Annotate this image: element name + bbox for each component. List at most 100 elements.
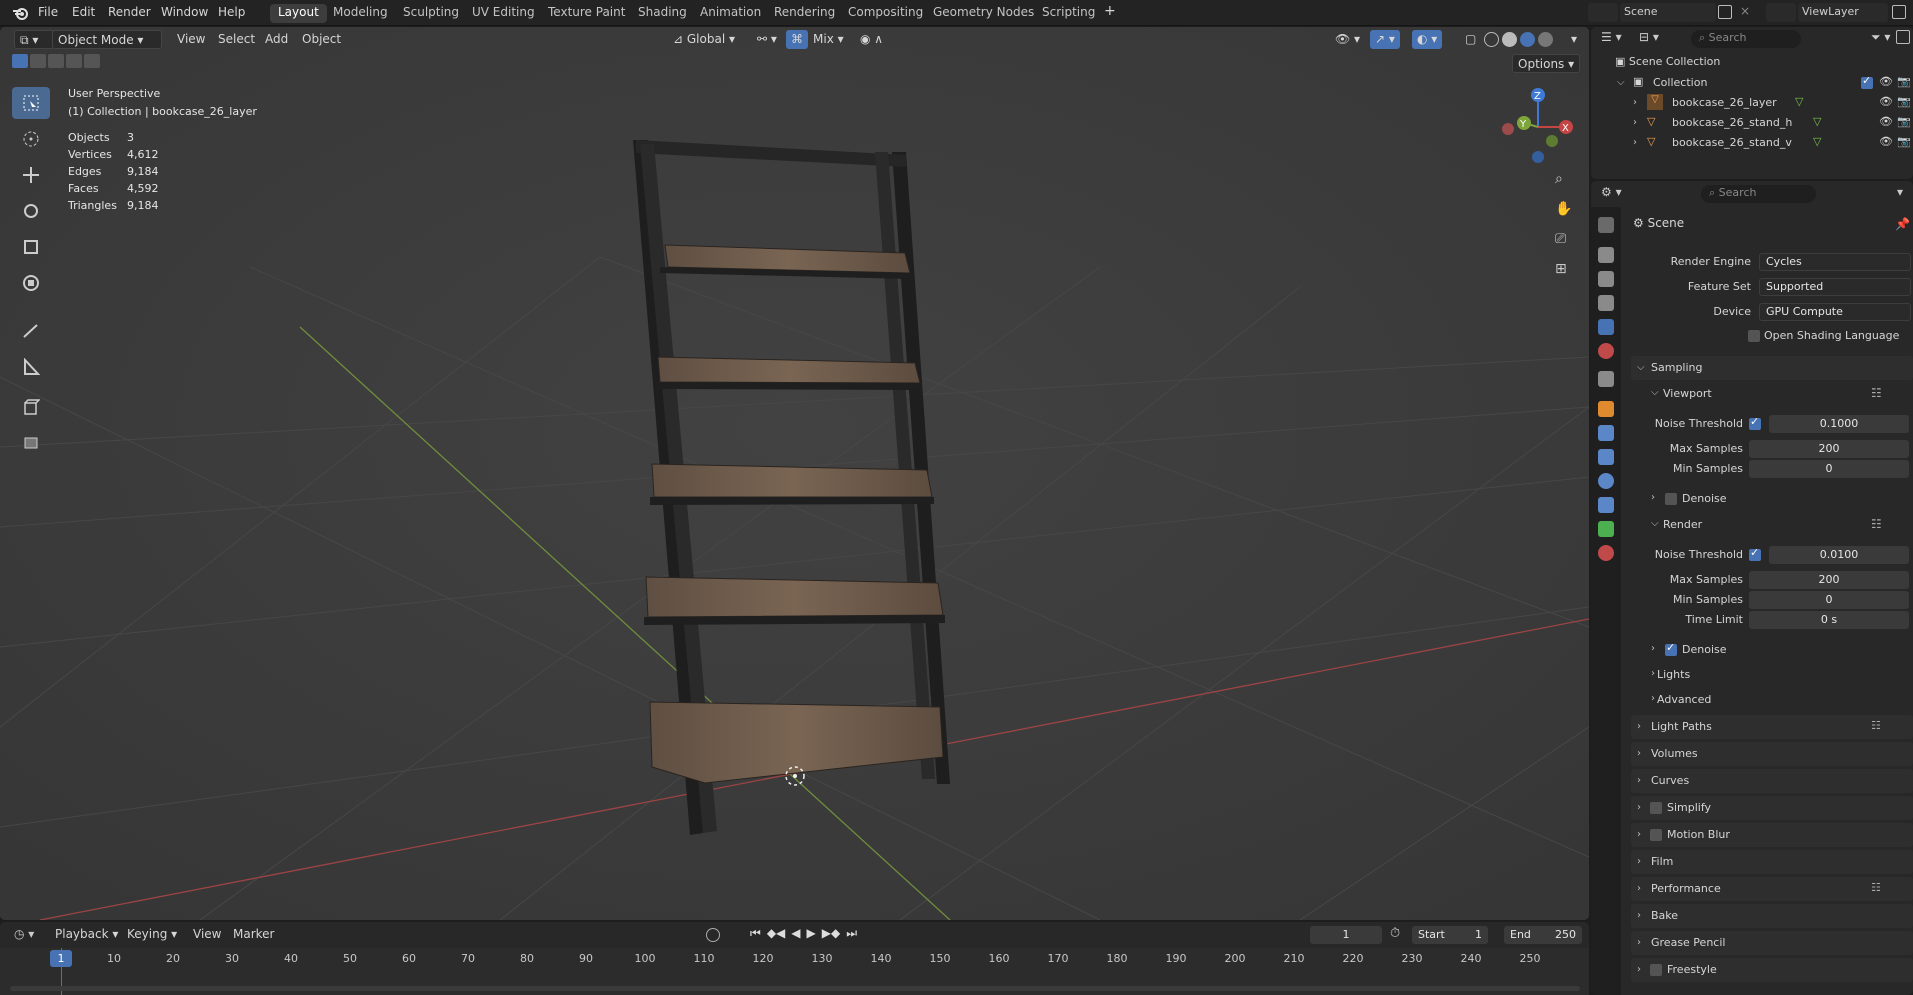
marker-menu[interactable]: Marker — [228, 925, 279, 944]
chevron-right-icon[interactable]: › — [1651, 492, 1655, 503]
chevron-right-icon[interactable]: › — [1637, 748, 1641, 759]
measure-tool-icon[interactable] — [12, 351, 50, 383]
collection-tab-icon[interactable] — [1598, 371, 1614, 387]
end-frame-field[interactable]: End 250 — [1504, 926, 1582, 944]
grease-pencil-panel[interactable]: › Grease Pencil — [1631, 931, 1913, 955]
visibility-eye-icon[interactable]: 👁 — [1879, 115, 1893, 128]
visibility-eye-icon[interactable]: 👁 — [1879, 95, 1893, 108]
scene-tab-icon[interactable] — [1598, 319, 1614, 335]
volumes-panel[interactable]: › Volumes — [1631, 742, 1913, 766]
scene-browse-icon[interactable] — [1588, 3, 1618, 22]
select-invert-icon[interactable] — [66, 54, 82, 68]
render-camera-icon[interactable]: 📷 — [1897, 115, 1911, 128]
render-camera-icon[interactable]: 📷 — [1897, 135, 1911, 148]
snap-icon[interactable]: ⌘ — [786, 30, 808, 49]
3d-viewport[interactable]: ⧉ ▾ Object Mode ▾ View Select Add Object… — [0, 27, 1589, 920]
device-dropdown[interactable]: GPU Compute — [1759, 303, 1911, 321]
chevron-right-icon[interactable]: › — [1651, 693, 1655, 704]
motion-blur-panel[interactable]: › Motion Blur — [1631, 823, 1913, 847]
menu-file[interactable]: File — [38, 5, 58, 19]
physics-tab-icon[interactable] — [1598, 473, 1614, 489]
chevron-right-icon[interactable]: › — [1637, 721, 1641, 732]
timeline-scrollbar[interactable] — [10, 986, 1580, 991]
menu-object[interactable]: Object — [297, 30, 346, 49]
render-tab-icon[interactable] — [1598, 247, 1614, 263]
transform-tool-icon[interactable] — [12, 267, 50, 299]
play-icon[interactable]: ▶ — [807, 926, 816, 941]
presets-list-icon[interactable]: ☷ — [1871, 881, 1881, 894]
freestyle-panel[interactable]: › Freestyle — [1631, 958, 1913, 982]
viewlayer-selector[interactable]: ViewLayer — [1798, 3, 1888, 22]
r-denoise-checkbox[interactable] — [1665, 641, 1677, 656]
tab-compositing[interactable]: Compositing — [840, 4, 931, 23]
modifiers-tab-icon[interactable] — [1598, 425, 1614, 441]
camera-view-icon[interactable]: ⎚ — [1555, 231, 1566, 247]
r-noise-threshold-field[interactable]: 0.0100 — [1769, 546, 1909, 564]
xray-icon[interactable]: ▢ — [1460, 30, 1481, 49]
playhead-frame[interactable]: 1 — [50, 950, 72, 967]
scale-tool-icon[interactable] — [12, 231, 50, 263]
chevron-right-icon[interactable]: › — [1637, 964, 1641, 975]
material-shading-icon[interactable] — [1520, 32, 1535, 47]
tab-rendering[interactable]: Rendering — [766, 4, 843, 23]
new-viewlayer-icon[interactable] — [1892, 5, 1906, 19]
mesh-data-icon[interactable]: ▽ — [1813, 115, 1821, 128]
chevron-right-icon[interactable]: › — [1637, 883, 1641, 894]
time-limit-field[interactable]: 0 s — [1749, 611, 1909, 629]
mesh-data-icon[interactable]: ▽ — [1795, 95, 1803, 108]
presets-list-icon[interactable]: ☷ — [1871, 386, 1882, 400]
curves-panel[interactable]: › Curves — [1631, 769, 1913, 793]
menu-edit[interactable]: Edit — [72, 5, 95, 19]
wireframe-shading-icon[interactable] — [1484, 32, 1499, 47]
next-keyframe-icon[interactable]: ▶◆ — [822, 926, 840, 941]
select-new-icon[interactable] — [12, 54, 28, 68]
simplify-checkbox[interactable] — [1650, 802, 1662, 814]
menu-select[interactable]: Select — [213, 30, 260, 49]
particles-tab-icon[interactable] — [1598, 449, 1614, 465]
outliner-scene-collection[interactable]: ▣ Scene Collection — [1615, 55, 1720, 68]
simplify-panel[interactable]: › Simplify — [1631, 796, 1913, 820]
menu-view[interactable]: View — [172, 30, 210, 49]
render-subpanel-header[interactable]: ⌵ Render — [1651, 518, 1702, 531]
visibility-icon[interactable]: 👁 ▾ — [1330, 30, 1365, 49]
preview-range-clock-icon[interactable]: ⏱ — [1390, 926, 1400, 941]
material-tab-icon[interactable] — [1598, 545, 1614, 561]
play-reverse-icon[interactable]: ◀ — [791, 926, 800, 941]
data-tab-icon[interactable] — [1598, 521, 1614, 537]
scene-selector[interactable]: Scene — [1620, 3, 1716, 22]
new-collection-icon[interactable] — [1896, 30, 1910, 44]
current-frame-field[interactable]: 1 — [1310, 926, 1382, 944]
chevron-right-icon[interactable]: › — [1637, 910, 1641, 921]
annotate-tool-icon[interactable] — [12, 315, 50, 347]
mode-dropdown[interactable]: Object Mode ▾ — [52, 30, 162, 49]
tab-uv-editing[interactable]: UV Editing — [464, 4, 543, 23]
constraints-tab-icon[interactable] — [1598, 497, 1614, 513]
transform-orientation-dropdown[interactable]: ⊿ Global ▾ — [668, 30, 740, 49]
editor-type-icon[interactable]: ⧉ ▾ — [14, 30, 54, 49]
chevron-down-icon[interactable]: ⌵ — [1651, 518, 1659, 529]
overlay-toggle-icon[interactable]: ◐ ▾ — [1412, 30, 1443, 49]
navigation-gizmo[interactable]: Z X Y — [1494, 83, 1574, 163]
delete-scene-icon[interactable]: × — [1740, 5, 1752, 17]
viewlayer-browse-icon[interactable] — [1766, 3, 1796, 22]
tab-sculpting[interactable]: Sculpting — [395, 4, 467, 23]
chevron-right-icon[interactable]: › — [1637, 856, 1641, 867]
tool-tab-icon[interactable] — [1598, 217, 1614, 233]
perspective-toggle-icon[interactable]: ⊞ — [1555, 261, 1567, 277]
motion-blur-checkbox[interactable] — [1650, 829, 1662, 841]
collection-visibility-eye-icon[interactable]: 👁 — [1879, 75, 1893, 88]
outliner-object-row[interactable]: › ▽ bookcase_26_stand_v ▽ 👁 📷 — [1617, 135, 1911, 153]
vp-max-samples-field[interactable]: 200 — [1749, 440, 1909, 458]
osl-checkbox[interactable] — [1748, 330, 1760, 342]
vp-min-samples-field[interactable]: 0 — [1749, 460, 1909, 478]
chevron-right-icon[interactable]: › — [1637, 829, 1641, 840]
chevron-right-icon[interactable]: › — [1637, 937, 1641, 948]
start-frame-field[interactable]: Start 1 — [1412, 926, 1488, 944]
properties-editor-icon[interactable]: ⚙ ▾ — [1601, 185, 1622, 199]
auto-keying-icon[interactable] — [706, 928, 720, 942]
presets-list-icon[interactable]: ☷ — [1871, 719, 1881, 732]
new-scene-icon[interactable] — [1718, 5, 1732, 19]
jump-end-icon[interactable]: ⏭ — [846, 926, 857, 941]
pan-hand-icon[interactable]: ✋ — [1555, 201, 1572, 217]
keying-menu[interactable]: Keying ▾ — [122, 925, 182, 944]
